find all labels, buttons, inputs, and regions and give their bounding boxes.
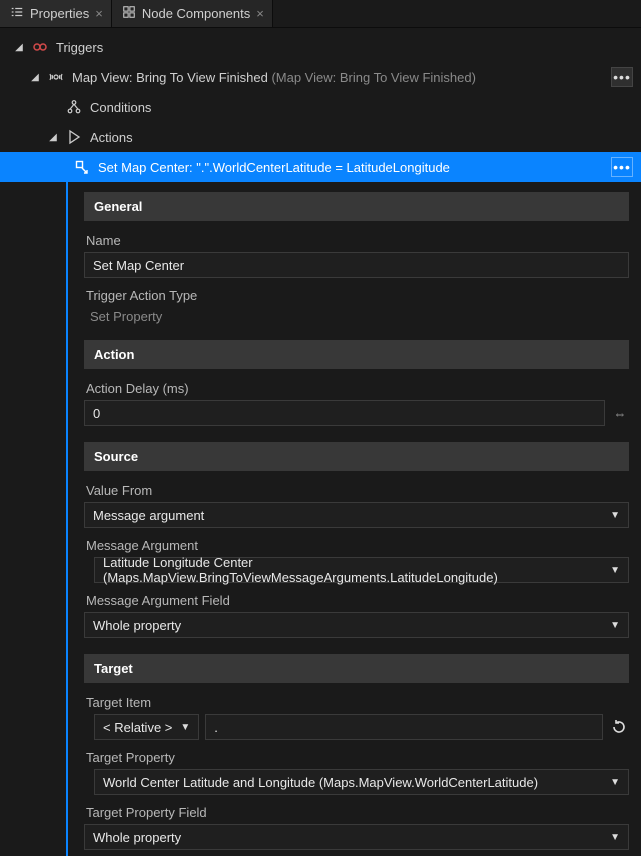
expand-toggle[interactable]: ◢	[30, 72, 40, 83]
list-icon	[10, 5, 24, 22]
expand-toggle[interactable]: ◢	[14, 42, 24, 53]
tree-label: Actions	[90, 130, 633, 145]
trigger-name: Map View: Bring To View Finished	[72, 70, 268, 85]
navigate-icon[interactable]	[609, 717, 629, 737]
name-input[interactable]: Set Map Center	[84, 252, 629, 278]
link-icon[interactable]: ⇔	[611, 406, 629, 421]
tree-row-actions[interactable]: ◢ Actions	[0, 122, 641, 152]
more-button[interactable]: •••	[611, 157, 633, 177]
input-value: Set Map Center	[93, 258, 184, 273]
chevron-down-icon: ▼	[610, 777, 620, 788]
action-delay-input[interactable]: 0	[84, 400, 605, 426]
target-property-field-select[interactable]: Whole property ▼	[84, 824, 629, 850]
message-argument-select[interactable]: Latitude Longitude Center (Maps.MapView.…	[94, 557, 629, 583]
select-value: Whole property	[93, 618, 181, 633]
input-value: .	[214, 720, 218, 735]
tree-label: Set Map Center: ".".WorldCenterLatitude …	[98, 160, 603, 175]
actions-icon	[66, 129, 82, 145]
tab-properties[interactable]: Properties ×	[0, 0, 112, 27]
label-message-argument: Message Argument	[84, 534, 629, 557]
chevron-down-icon: ▼	[610, 565, 620, 576]
target-item-path-input[interactable]: .	[205, 714, 603, 740]
trigger-suffix: (Map View: Bring To View Finished)	[271, 70, 475, 85]
tab-node-components[interactable]: Node Components ×	[112, 0, 273, 27]
tree-label: Triggers	[56, 40, 633, 55]
label-target-item: Target Item	[84, 691, 629, 714]
properties-panel: General Name Set Map Center Trigger Acti…	[66, 182, 641, 856]
conditions-icon	[66, 99, 82, 115]
section-source: Source	[84, 442, 629, 471]
input-value: 0	[93, 406, 100, 421]
chevron-down-icon: ▼	[180, 722, 190, 733]
expand-toggle[interactable]: ◢	[48, 132, 58, 143]
select-value: < Relative >	[103, 720, 172, 735]
label-action-delay: Action Delay (ms)	[84, 377, 629, 400]
tab-label: Node Components	[142, 6, 250, 21]
label-trigger-action-type: Trigger Action Type	[84, 284, 629, 307]
select-value: Whole property	[93, 830, 181, 845]
close-icon[interactable]: ×	[95, 7, 103, 20]
select-value: World Center Latitude and Longitude (Map…	[103, 775, 538, 790]
close-icon[interactable]: ×	[256, 7, 264, 20]
chevron-down-icon: ▼	[610, 620, 620, 631]
tree-label: Map View: Bring To View Finished (Map Vi…	[72, 70, 603, 85]
label-name: Name	[84, 229, 629, 252]
trigger-tree: ◢ Triggers ◢ Map View: Bring To View Fin…	[0, 28, 641, 182]
label-message-argument-field: Message Argument Field	[84, 589, 629, 612]
value-from-select[interactable]: Message argument ▼	[84, 502, 629, 528]
tab-label: Properties	[30, 6, 89, 21]
select-value: Latitude Longitude Center (Maps.MapView.…	[103, 555, 610, 585]
label-value-from: Value From	[84, 479, 629, 502]
select-value: Message argument	[93, 508, 204, 523]
set-property-icon	[74, 159, 90, 175]
tree-row-action-selected[interactable]: Set Map Center: ".".WorldCenterLatitude …	[0, 152, 641, 182]
components-icon	[122, 5, 136, 22]
message-trigger-icon	[48, 69, 64, 85]
triggers-icon	[32, 39, 48, 55]
tab-bar: Properties × Node Components ×	[0, 0, 641, 28]
section-action: Action	[84, 340, 629, 369]
label-target-property: Target Property	[84, 746, 629, 769]
value-trigger-action-type: Set Property	[84, 307, 629, 330]
chevron-down-icon: ▼	[610, 832, 620, 843]
label-target-property-field: Target Property Field	[84, 801, 629, 824]
section-target: Target	[84, 654, 629, 683]
chevron-down-icon: ▼	[610, 510, 620, 521]
more-button[interactable]: •••	[611, 67, 633, 87]
tree-row-trigger[interactable]: ◢ Map View: Bring To View Finished (Map …	[0, 62, 641, 92]
message-argument-field-select[interactable]: Whole property ▼	[84, 612, 629, 638]
tree-row-conditions[interactable]: ◢ Conditions	[0, 92, 641, 122]
section-general: General	[84, 192, 629, 221]
target-property-select[interactable]: World Center Latitude and Longitude (Map…	[94, 769, 629, 795]
tree-row-triggers[interactable]: ◢ Triggers	[0, 32, 641, 62]
target-item-mode-select[interactable]: < Relative > ▼	[94, 714, 199, 740]
tree-label: Conditions	[90, 100, 633, 115]
